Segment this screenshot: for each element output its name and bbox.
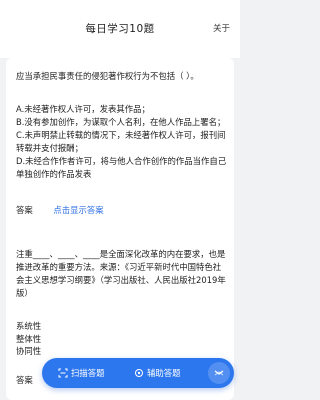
collapse-button[interactable]	[208, 362, 230, 384]
question-card-1: 应当承担民事责任的侵犯著作权行为不包括（ ）。 A.未经著作权人许可，发表其作品…	[6, 58, 234, 254]
answer-item: 整体性	[16, 333, 42, 344]
scan-icon	[58, 368, 68, 378]
option-a: A.未经著作权人许可，发表其作品；	[16, 104, 150, 114]
answer-item: 系统性	[16, 321, 42, 331]
answer-list: 系统性 整体性 协同性	[16, 320, 41, 358]
title-bar: 每日学习10题 关于	[0, 0, 240, 58]
page-title: 每日学习10题	[85, 23, 155, 35]
about-link[interactable]: 关于	[213, 22, 230, 34]
question-text: 应当承担民事责任的侵犯著作权行为不包括（ ）。	[16, 71, 199, 81]
answer-row: 答案 点击显示答案	[16, 204, 104, 216]
assist-icon	[135, 369, 143, 377]
option-d: D.未经合作作者许可，将与他人合作创作的作品当作自己单独创作的作品发表	[16, 156, 227, 179]
assist-answer-button[interactable]: 辅助答题	[134, 367, 181, 379]
answer-label: 答案	[16, 205, 33, 215]
floating-action-bar: 扫描答题 辅助答题	[42, 358, 234, 388]
answer-label: 答案	[16, 375, 33, 385]
show-answer-link[interactable]: 点击显示答案	[53, 204, 103, 216]
option-c: C.未声明禁止转载的情况下，未经著作权人许可，报刊间转载并支付报酬；	[16, 130, 226, 153]
options-list: A.未经著作权人许可，发表其作品； B.没有参加创作，为谋取个人名利，在他人作品…	[16, 103, 228, 181]
question-text: 注重____、____、____是全面深化改革的内在要求，也是推进改革的重要方法…	[16, 249, 226, 298]
option-b: B.没有参加创作，为谋取个人名利，在他人作品上署名；	[16, 117, 226, 127]
answer-item: 协同性	[16, 346, 42, 356]
collapse-icon	[214, 370, 224, 376]
scan-answer-button[interactable]: 扫描答题	[58, 367, 105, 379]
assist-answer-label: 辅助答题	[147, 368, 181, 378]
scan-answer-label: 扫描答题	[71, 368, 105, 378]
